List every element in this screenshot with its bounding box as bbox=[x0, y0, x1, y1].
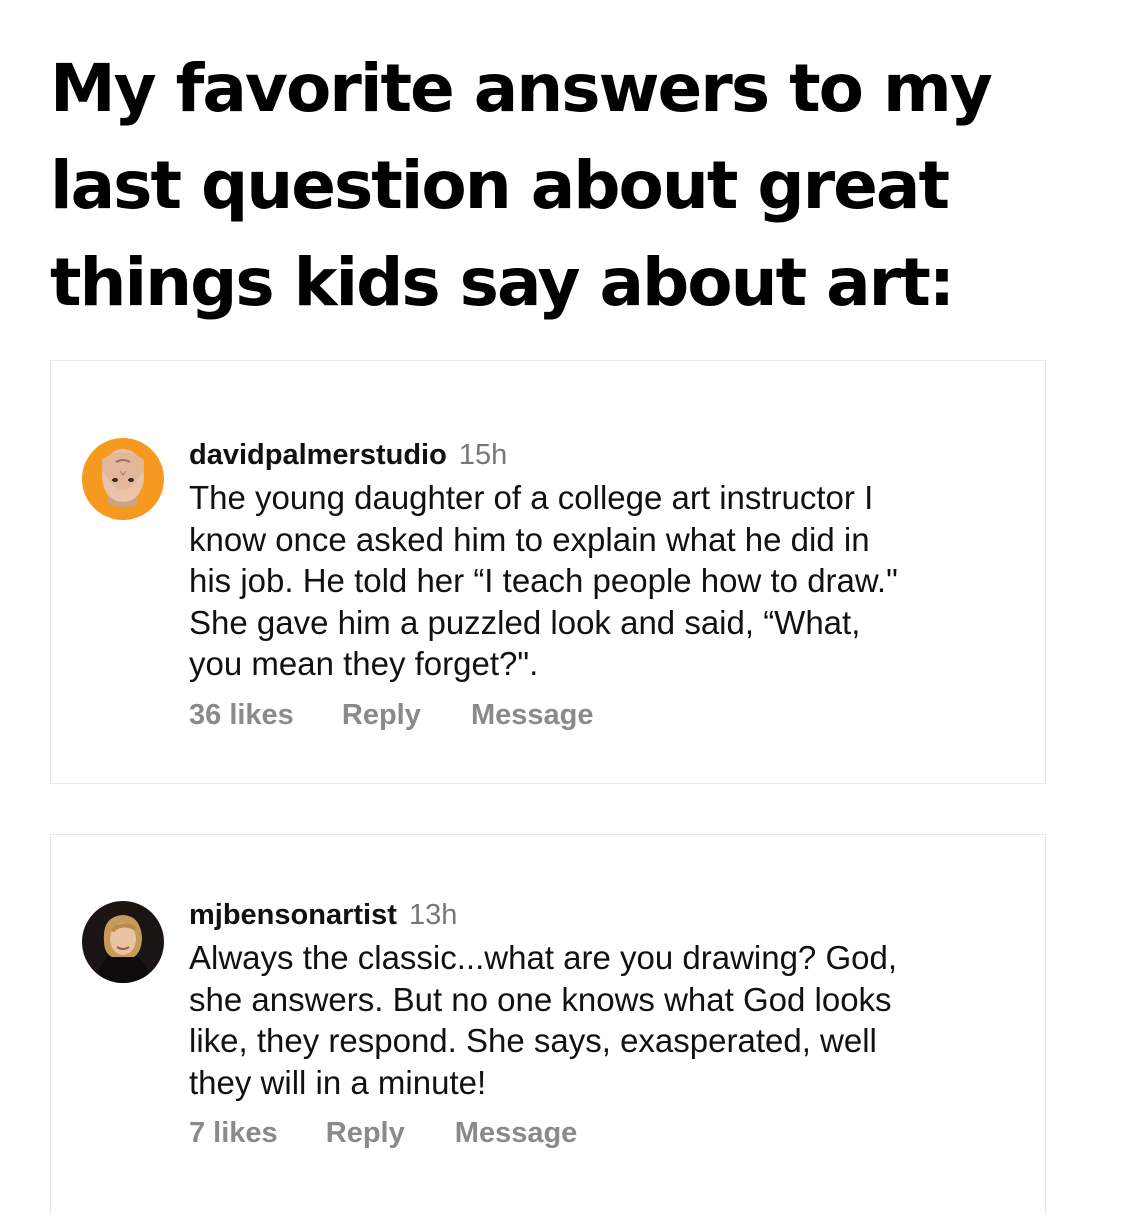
message-button[interactable]: Message bbox=[471, 699, 594, 732]
comment-meta: mjbensonartist 13h bbox=[189, 899, 1029, 931]
headline-line: last question about great bbox=[50, 147, 950, 224]
comment-text: Always the classic...what are you drawin… bbox=[189, 937, 1029, 1103]
comment-actions: 36 likes Reply Message bbox=[189, 699, 1029, 732]
comment-text-line: The young daughter of a college art inst… bbox=[189, 479, 874, 516]
headline-line: My favorite answers to my bbox=[50, 50, 993, 127]
comment-text-line: she answers. But no one knows what God l… bbox=[189, 980, 892, 1018]
comment-actions: 7 likes Reply Message bbox=[189, 1117, 1029, 1150]
likes-count[interactable]: 36 likes bbox=[189, 699, 294, 732]
post-headline: My favorite answers to my last question … bbox=[50, 40, 1050, 331]
avatar[interactable] bbox=[82, 901, 164, 983]
comment-meta: davidpalmerstudio 15h bbox=[189, 439, 1029, 471]
username[interactable]: mjbensonartist bbox=[189, 899, 397, 931]
comment-text-line: like, they respond. She says, exasperate… bbox=[189, 1022, 877, 1059]
avatar[interactable] bbox=[82, 438, 164, 520]
reply-button[interactable]: Reply bbox=[326, 1117, 405, 1150]
likes-count[interactable]: 7 likes bbox=[189, 1117, 278, 1150]
comment-text-line: Always the classic...what are you drawin… bbox=[189, 939, 898, 976]
username[interactable]: davidpalmerstudio bbox=[189, 439, 447, 471]
comment-text-line: his job. He told her “I teach people how… bbox=[189, 562, 898, 599]
avatar-image bbox=[82, 438, 164, 520]
avatar-image bbox=[82, 901, 164, 983]
comment-text: The young daughter of a college art inst… bbox=[189, 477, 1029, 685]
timestamp: 13h bbox=[408, 899, 458, 931]
comment-card: davidpalmerstudio 15h The young daughter… bbox=[50, 360, 1046, 784]
comment-body: mjbensonartist 13h Always the classic...… bbox=[189, 899, 1029, 1150]
comment-text-line: you mean they forget?". bbox=[189, 645, 539, 682]
comment-text-line: know once asked him to explain what he d… bbox=[189, 520, 870, 558]
comment-body: davidpalmerstudio 15h The young daughter… bbox=[189, 439, 1029, 732]
comment-text-line: they will in a minute! bbox=[189, 1063, 487, 1101]
comment-card: mjbensonartist 13h Always the classic...… bbox=[50, 834, 1046, 1214]
comment-text-line: She gave him a puzzled look and said, “W… bbox=[189, 603, 861, 641]
reply-button[interactable]: Reply bbox=[342, 699, 421, 732]
timestamp: 15h bbox=[458, 439, 508, 471]
message-button[interactable]: Message bbox=[455, 1117, 578, 1150]
headline-line: things kids say about art: bbox=[50, 244, 955, 321]
